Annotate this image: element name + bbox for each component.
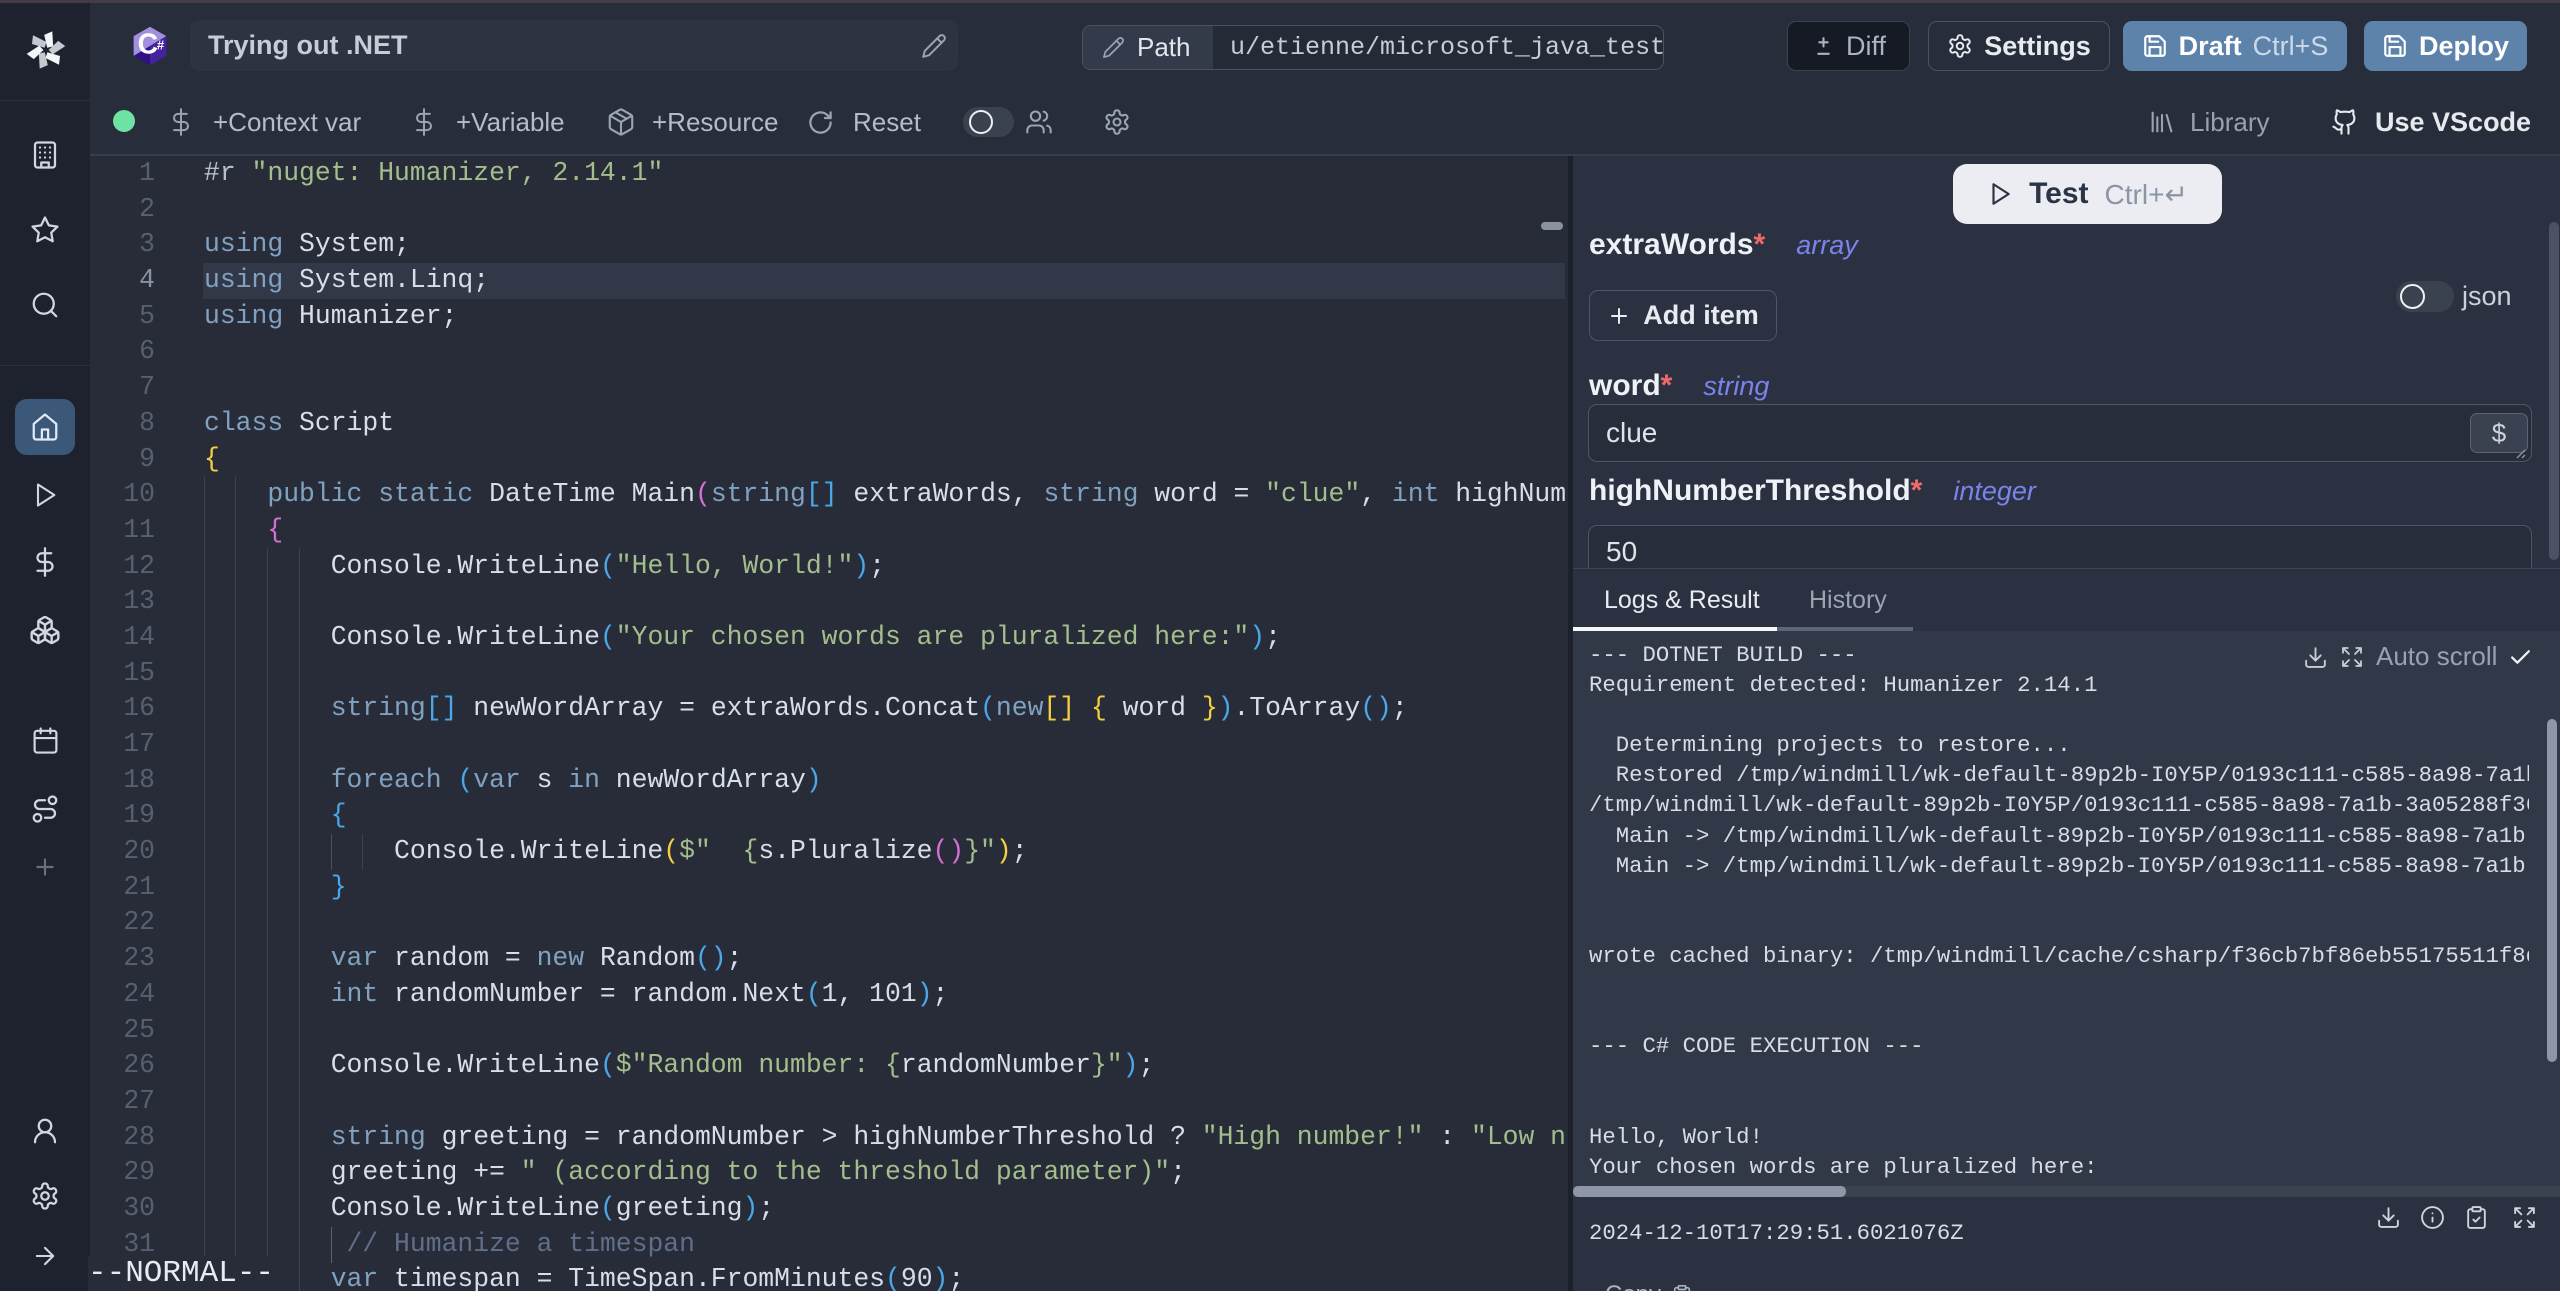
- svg-text:#: #: [157, 37, 165, 52]
- svg-text:C: C: [138, 29, 158, 61]
